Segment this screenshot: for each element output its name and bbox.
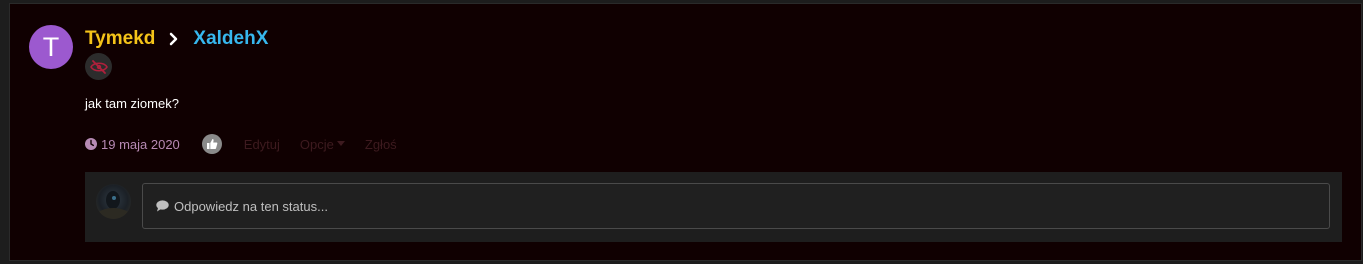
status-date-text: 19 maja 2020 xyxy=(101,136,180,152)
reply-placeholder: Odpowiedz na ten status... xyxy=(174,198,328,214)
status-message: jak tam ziomek? xyxy=(85,96,179,111)
chevron-right-icon xyxy=(167,32,181,46)
author-line: Tymekd XaldehX xyxy=(85,26,268,52)
reply-area: Odpowiedz na ten status... xyxy=(85,172,1342,242)
status-meta: 19 maja 2020 Edytuj Opcje Zgłoś xyxy=(85,133,397,155)
author-avatar[interactable]: T xyxy=(29,25,73,69)
like-button[interactable] xyxy=(201,134,222,154)
options-dropdown[interactable]: Opcje xyxy=(300,137,345,152)
caret-down-icon xyxy=(336,141,345,146)
status-card: T Tymekd XaldehX jak tam ziomek? 19 maja… xyxy=(9,3,1362,261)
reply-input[interactable]: Odpowiedz na ten status... xyxy=(142,183,1330,229)
options-label: Opcje xyxy=(299,136,334,152)
clock-icon xyxy=(85,138,97,150)
eye-slash-icon xyxy=(85,53,112,80)
edit-link[interactable]: Edytuj xyxy=(244,137,280,152)
current-user-avatar xyxy=(96,184,131,219)
comment-icon xyxy=(156,200,169,212)
report-link[interactable]: Zgłoś xyxy=(365,137,397,152)
status-date[interactable]: 19 maja 2020 xyxy=(85,137,180,152)
author-name[interactable]: Tymekd xyxy=(85,28,155,50)
author-initial: T xyxy=(42,32,60,62)
target-name[interactable]: XaldehX xyxy=(193,28,268,50)
thumbs-up-icon xyxy=(206,139,218,149)
